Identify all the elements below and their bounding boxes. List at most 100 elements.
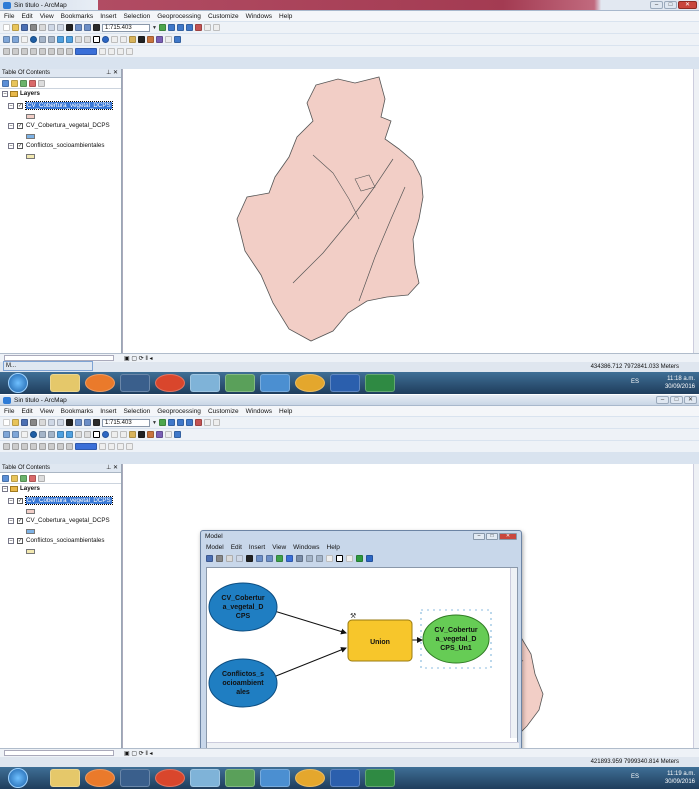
start-button[interactable] — [8, 768, 28, 788]
excel-taskbar-icon[interactable] — [365, 374, 395, 392]
open-folder-icon[interactable] — [12, 419, 19, 426]
layer-name[interactable]: Conflictos_socioambientales — [26, 537, 104, 544]
arcmap-taskbar-icon[interactable] — [225, 374, 255, 392]
close-button[interactable]: ✕ — [678, 1, 697, 9]
chevron-down-icon[interactable]: ▼ — [152, 25, 157, 31]
go-forward-icon[interactable] — [66, 36, 73, 43]
find-route-icon[interactable] — [147, 36, 154, 43]
browser-taskbar-icon[interactable] — [295, 374, 325, 392]
cut-icon[interactable] — [226, 555, 233, 562]
table-of-contents-icon[interactable] — [167, 419, 175, 426]
select-icon[interactable] — [336, 555, 343, 562]
redo-icon[interactable] — [84, 24, 91, 31]
output-node-union[interactable]: CV_Cobertur a_vegetal_D CPS_Un1 — [420, 609, 492, 669]
order-icon[interactable] — [57, 443, 64, 450]
undo-icon[interactable] — [75, 419, 82, 426]
language-indicator[interactable]: ES — [631, 774, 639, 780]
search-taskbar-icon[interactable] — [260, 374, 290, 392]
layer-visibility-checkbox[interactable]: ✓ — [17, 518, 23, 524]
toc-layer-row[interactable]: – ✓ Conflictos_socioambientales — [0, 141, 121, 153]
explorer-taskbar-icon[interactable] — [50, 769, 80, 787]
save-icon[interactable] — [21, 24, 28, 31]
full-extent-icon[interactable] — [296, 555, 303, 562]
collapse-icon[interactable]: – — [8, 498, 14, 504]
options-icon[interactable] — [38, 475, 45, 482]
layer-visibility-checkbox[interactable]: ✓ — [17, 143, 23, 149]
cut-icon[interactable] — [39, 24, 46, 31]
model-vertical-scrollbar[interactable] — [510, 568, 517, 738]
model-menu-view[interactable]: View — [272, 544, 286, 551]
layer-symbol-swatch[interactable] — [26, 529, 35, 534]
pan-icon[interactable] — [21, 431, 28, 438]
list-by-drawing-order-icon[interactable] — [2, 475, 9, 482]
find-icon[interactable] — [138, 431, 145, 438]
line-color-icon[interactable] — [99, 443, 106, 450]
add-data-icon[interactable] — [93, 419, 100, 426]
fixed-zoom-in-icon[interactable] — [39, 36, 46, 43]
new-document-icon[interactable] — [3, 419, 10, 426]
chevron-down-icon[interactable]: ▼ — [152, 420, 157, 426]
font-color-icon[interactable] — [108, 443, 115, 450]
close-button[interactable]: ✕ — [684, 396, 697, 404]
time-slider-icon[interactable] — [165, 36, 172, 43]
excel-taskbar-icon[interactable] — [365, 769, 395, 787]
python-window-icon[interactable] — [203, 419, 211, 426]
editor-toolbar-icon[interactable] — [158, 24, 166, 31]
connect-icon[interactable] — [346, 555, 353, 562]
find-route-icon[interactable] — [147, 431, 154, 438]
connector-arrow[interactable] — [270, 647, 347, 679]
horizontal-scrollbar[interactable] — [4, 750, 114, 756]
measure-icon[interactable] — [129, 36, 136, 43]
layout-view-toggle-icon[interactable]: ▣ ▢ ⟳ ‖ ◂ — [124, 355, 153, 362]
print-icon[interactable] — [30, 419, 37, 426]
rotate-icon[interactable] — [12, 443, 19, 450]
collapse-icon[interactable]: – — [8, 518, 14, 524]
layer-name[interactable]: CV_Cobertura_vegetal_DCPS — [26, 517, 110, 524]
menu-edit[interactable]: Edit — [21, 408, 32, 415]
model-window[interactable]: Model – □ ✕ Model Edit Insert View Windo… — [200, 530, 522, 756]
print-icon[interactable] — [216, 555, 223, 562]
word-taskbar-icon[interactable] — [330, 374, 360, 392]
delete-icon[interactable] — [66, 419, 73, 426]
go-forward-icon[interactable] — [66, 431, 73, 438]
minimized-model-tab[interactable]: M... — [3, 361, 93, 371]
map-view[interactable] — [122, 69, 693, 353]
create-viewer-icon[interactable] — [174, 431, 181, 438]
select-features-icon[interactable] — [75, 431, 82, 438]
group-icon[interactable] — [30, 48, 37, 55]
go-back-icon[interactable] — [57, 36, 64, 43]
minimize-button[interactable]: – — [656, 396, 669, 404]
layout-view-icon[interactable] — [117, 443, 124, 450]
undo-icon[interactable] — [75, 24, 82, 31]
menu-view[interactable]: View — [40, 408, 54, 415]
new-document-icon[interactable] — [3, 24, 10, 31]
union-tool-node[interactable]: Union ⚒ — [347, 612, 413, 662]
folder-taskbar-icon[interactable] — [190, 769, 220, 787]
font-color-icon[interactable] — [108, 48, 115, 55]
list-by-visibility-icon[interactable] — [20, 80, 27, 87]
menu-insert[interactable]: Insert — [100, 13, 116, 20]
layer-name[interactable]: Conflictos_socioambientales — [26, 142, 104, 149]
find-icon[interactable] — [138, 36, 145, 43]
distribute-icon[interactable] — [48, 443, 55, 450]
menu-geoprocessing[interactable]: Geoprocessing — [157, 13, 201, 20]
model-menu-model[interactable]: Model — [206, 544, 224, 551]
model-menu-insert[interactable]: Insert — [249, 544, 265, 551]
menu-selection[interactable]: Selection — [123, 408, 150, 415]
html-popup-icon[interactable] — [120, 36, 127, 43]
zoom-out-icon[interactable] — [316, 555, 323, 562]
run-icon[interactable] — [366, 555, 373, 562]
firefox-taskbar-icon[interactable] — [85, 769, 115, 787]
data-view-icon[interactable] — [126, 48, 133, 55]
map-scale-input[interactable]: 1:715.403 — [102, 418, 150, 427]
maximize-button[interactable]: □ — [670, 396, 683, 404]
menu-windows[interactable]: Windows — [246, 13, 272, 20]
map-vertical-scrollbar[interactable] — [693, 464, 699, 748]
layout-view-icon[interactable] — [117, 48, 124, 55]
align-icon[interactable] — [39, 48, 46, 55]
menu-help[interactable]: Help — [279, 408, 292, 415]
zoom-in-icon[interactable] — [3, 36, 10, 43]
media-taskbar-icon[interactable] — [120, 769, 150, 787]
layer-symbol-swatch[interactable] — [26, 134, 35, 139]
html-popup-icon[interactable] — [120, 431, 127, 438]
